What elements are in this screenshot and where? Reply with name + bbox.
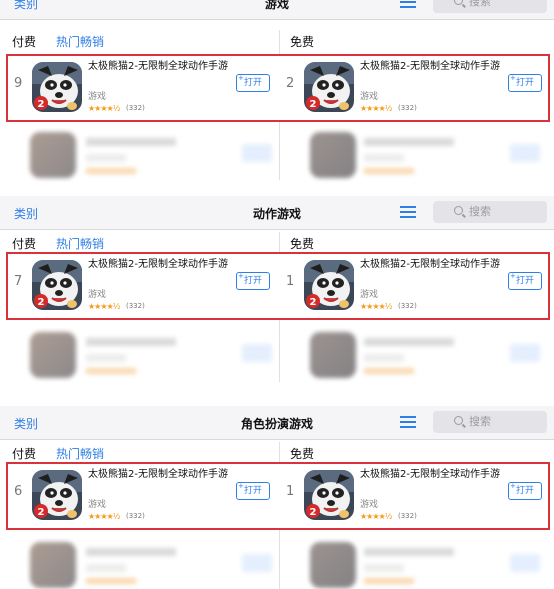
app-category: 游戏: [88, 92, 107, 102]
search-input[interactable]: 搜索: [433, 201, 547, 223]
app-title: 太极熊猫2-无限制全球动作手游: [88, 469, 228, 480]
app-icon[interactable]: 2: [32, 260, 82, 310]
app-title: 太极熊猫2-无限制全球动作手游: [360, 61, 500, 72]
app-card-free[interactable]: 1 2 太极熊猫2-无限制全球动作手游 游戏 ★★★★½ (332) 打开: [280, 464, 550, 528]
rating-stars: ★★★★½: [360, 104, 392, 113]
rank-number: 1: [286, 484, 295, 499]
list-icon[interactable]: [400, 0, 416, 8]
open-button[interactable]: 打开: [236, 478, 270, 500]
rating-stars: ★★★★½: [360, 302, 392, 311]
tab-free[interactable]: 免费: [290, 33, 314, 50]
rating-count: (332): [398, 104, 417, 112]
search-icon: [454, 206, 463, 215]
store-panel: 类别 游戏 搜索 付费 热门畅销 免费 9 2 太极熊猫2-无限制全球动作手游 …: [0, 0, 554, 196]
highlighted-row: 9 2 太极熊猫2-无限制全球动作手游 游戏 ★★★★½ (332) 打开 2: [6, 54, 550, 122]
app-icon[interactable]: 2: [32, 470, 82, 520]
svg-text:2: 2: [310, 99, 317, 110]
search-icon: [454, 0, 463, 5]
rank-number: 6: [14, 484, 23, 499]
svg-text:2: 2: [310, 507, 317, 518]
app-title: 太极熊猫2-无限制全球动作手游: [88, 259, 228, 270]
app-category: 游戏: [360, 500, 379, 510]
open-button[interactable]: 打开: [508, 268, 542, 290]
tab-top-grossing[interactable]: 热门畅销: [56, 235, 104, 252]
blurred-row: [0, 324, 554, 384]
tab-free[interactable]: 免费: [290, 445, 314, 462]
app-category: 游戏: [88, 500, 107, 510]
rank-number: 7: [14, 274, 23, 289]
tab-top-grossing[interactable]: 热门畅销: [56, 445, 104, 462]
app-category: 游戏: [360, 92, 379, 102]
tab-paid[interactable]: 付费: [12, 235, 36, 252]
nav-bar: 类别 角色扮演游戏 搜索: [0, 406, 554, 440]
search-placeholder: 搜索: [469, 205, 491, 218]
open-button[interactable]: 打开: [508, 70, 542, 92]
search-input[interactable]: 搜索: [433, 0, 547, 13]
rank-number: 1: [286, 274, 295, 289]
highlighted-row: 6 2 太极熊猫2-无限制全球动作手游 游戏 ★★★★½ (332) 打开 1: [6, 462, 550, 530]
highlighted-row: 7 2 太极熊猫2-无限制全球动作手游 游戏 ★★★★½ (332) 打开 1: [6, 252, 550, 320]
app-icon[interactable]: 2: [32, 62, 82, 112]
chart-tabs: 付费 热门畅销 免费: [0, 30, 554, 54]
svg-text:2: 2: [38, 507, 45, 518]
rating-stars: ★★★★½: [360, 512, 392, 521]
open-button[interactable]: 打开: [236, 70, 270, 92]
app-icon[interactable]: 2: [304, 260, 354, 310]
svg-text:2: 2: [38, 99, 45, 110]
store-panel: 类别 动作游戏 搜索 付费 热门畅销 免费 7 2 太极熊猫2-无限制全球动作手…: [0, 196, 554, 406]
blurred-row: [0, 124, 554, 184]
app-card-paid[interactable]: 7 2 太极熊猫2-无限制全球动作手游 游戏 ★★★★½ (332) 打开: [8, 254, 278, 318]
rating-count: (332): [398, 512, 417, 520]
store-panel: 类别 角色扮演游戏 搜索 付费 热门畅销 免费 6 2 太极熊猫2-无限制全球动…: [0, 406, 554, 589]
app-card-free[interactable]: 1 2 太极熊猫2-无限制全球动作手游 游戏 ★★★★½ (332) 打开: [280, 254, 550, 318]
nav-bar: 类别 游戏 搜索: [0, 0, 554, 20]
rating-count: (332): [126, 512, 145, 520]
list-icon[interactable]: [400, 206, 416, 218]
rank-number: 9: [14, 76, 23, 91]
tab-free[interactable]: 免费: [290, 235, 314, 252]
svg-text:2: 2: [38, 297, 45, 308]
nav-bar: 类别 动作游戏 搜索: [0, 196, 554, 230]
search-icon: [454, 416, 463, 425]
open-button[interactable]: 打开: [236, 268, 270, 290]
tab-top-grossing[interactable]: 热门畅销: [56, 33, 104, 50]
open-button[interactable]: 打开: [508, 478, 542, 500]
rating-stars: ★★★★½: [88, 104, 120, 113]
rank-number: 2: [286, 76, 295, 91]
rating-count: (332): [126, 104, 145, 112]
app-icon[interactable]: 2: [304, 470, 354, 520]
search-placeholder: 搜索: [469, 0, 491, 8]
app-title: 太极熊猫2-无限制全球动作手游: [360, 469, 500, 480]
blurred-row: [0, 534, 554, 589]
search-placeholder: 搜索: [469, 415, 491, 428]
app-icon[interactable]: 2: [304, 62, 354, 112]
app-title: 太极熊猫2-无限制全球动作手游: [88, 61, 228, 72]
app-category: 游戏: [360, 290, 379, 300]
search-input[interactable]: 搜索: [433, 411, 547, 433]
tab-paid[interactable]: 付费: [12, 33, 36, 50]
rating-stars: ★★★★½: [88, 512, 120, 521]
app-card-paid[interactable]: 9 2 太极熊猫2-无限制全球动作手游 游戏 ★★★★½ (332) 打开: [8, 56, 278, 120]
list-icon[interactable]: [400, 416, 416, 428]
rating-count: (332): [126, 302, 145, 310]
app-category: 游戏: [88, 290, 107, 300]
app-title: 太极熊猫2-无限制全球动作手游: [360, 259, 500, 270]
app-card-paid[interactable]: 6 2 太极熊猫2-无限制全球动作手游 游戏 ★★★★½ (332) 打开: [8, 464, 278, 528]
rating-count: (332): [398, 302, 417, 310]
tab-paid[interactable]: 付费: [12, 445, 36, 462]
rating-stars: ★★★★½: [88, 302, 120, 311]
app-card-free[interactable]: 2 2 太极熊猫2-无限制全球动作手游 游戏 ★★★★½ (332) 打开: [280, 56, 550, 120]
svg-text:2: 2: [310, 297, 317, 308]
